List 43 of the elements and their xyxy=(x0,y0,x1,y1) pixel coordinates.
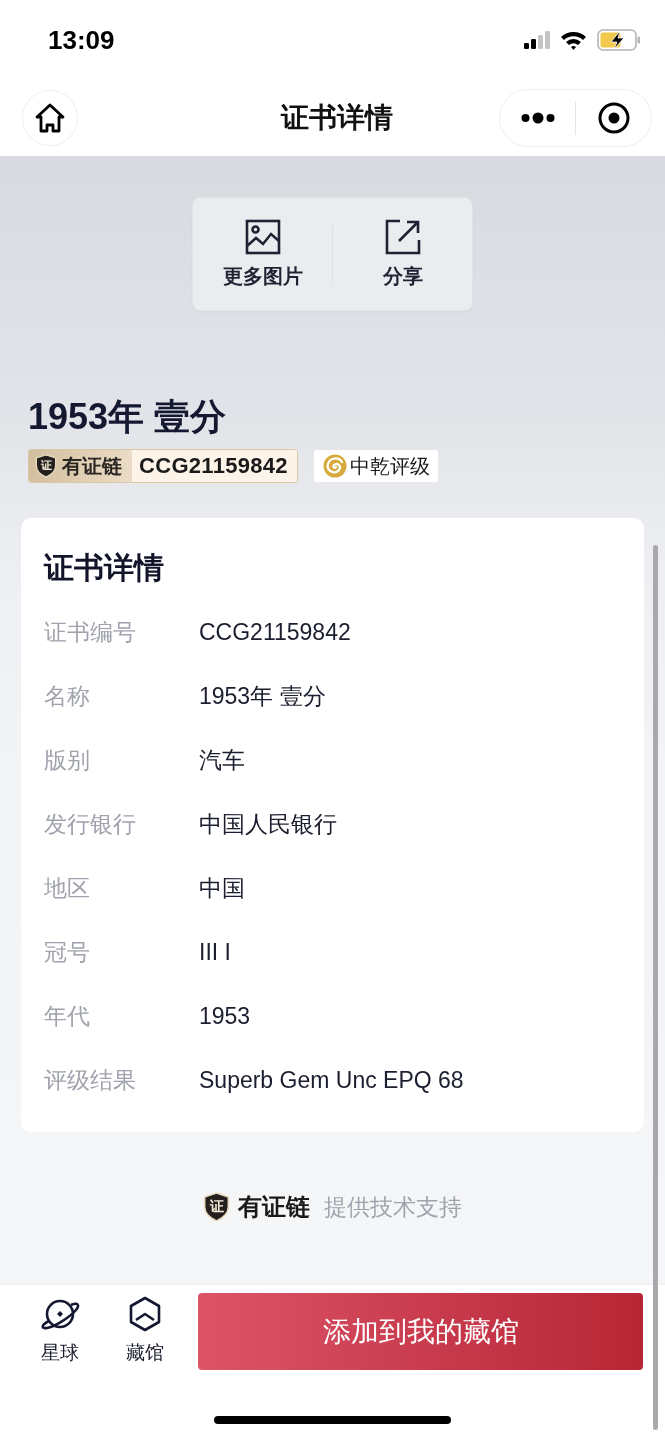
field-value: 1953 xyxy=(199,1002,252,1030)
field-label: 年代 xyxy=(44,1001,91,1031)
status-time: 13:09 xyxy=(48,24,115,56)
share-button[interactable]: 分享 xyxy=(333,198,472,310)
hexagon-icon xyxy=(127,1296,163,1332)
more-images-button[interactable]: 更多图片 xyxy=(193,198,332,310)
swirl-logo-icon xyxy=(322,454,347,478)
field-value: 中国人民银行 xyxy=(199,809,338,839)
field-value: 1953年 壹分 xyxy=(199,681,327,711)
home-button[interactable] xyxy=(22,90,78,146)
field-label: 评级结果 xyxy=(44,1065,137,1095)
field-label: 证书编号 xyxy=(44,617,137,647)
brand-name: 有证链 xyxy=(62,453,122,479)
field-value: 中国 xyxy=(199,873,246,903)
charging-battery-icon xyxy=(597,29,641,51)
target-icon xyxy=(597,102,630,134)
field-value: CCG21159842 xyxy=(199,618,352,646)
field-value: 汽车 xyxy=(199,745,246,775)
wifi-icon xyxy=(560,30,587,50)
certificate-number: CCG21159842 xyxy=(132,450,297,482)
image-icon xyxy=(244,218,281,255)
item-title: 1953年 壹分 xyxy=(28,395,228,439)
collection-hall-tab[interactable]: 藏馆 xyxy=(113,1293,177,1365)
field-value: III I xyxy=(199,938,232,966)
more-icon xyxy=(520,112,555,124)
card-heading: 证书详情 xyxy=(44,550,165,586)
field-label: 地区 xyxy=(44,873,91,903)
field-label: 冠号 xyxy=(44,937,91,967)
shield-logo: 证 xyxy=(203,1192,230,1222)
planet-tab[interactable]: 星球 xyxy=(28,1293,92,1365)
field-label: 版别 xyxy=(44,745,91,775)
support-text: 提供技术支持 xyxy=(324,1192,462,1222)
field-label: 名称 xyxy=(44,681,91,711)
share-icon xyxy=(384,218,421,255)
shield-logo: 证 xyxy=(35,454,57,478)
field-label: 发行银行 xyxy=(44,809,137,839)
brand-name: 有证链 xyxy=(238,1192,310,1222)
field-value: Superb Gem Unc EPQ 68 xyxy=(199,1066,465,1094)
grader-name: 中乾评级 xyxy=(349,453,430,479)
home-icon xyxy=(35,103,65,133)
add-to-collection-button[interactable]: 添加到我的藏馆 xyxy=(198,1293,643,1370)
signal-icon xyxy=(524,31,550,49)
page-title: 证书详情 xyxy=(281,101,393,135)
